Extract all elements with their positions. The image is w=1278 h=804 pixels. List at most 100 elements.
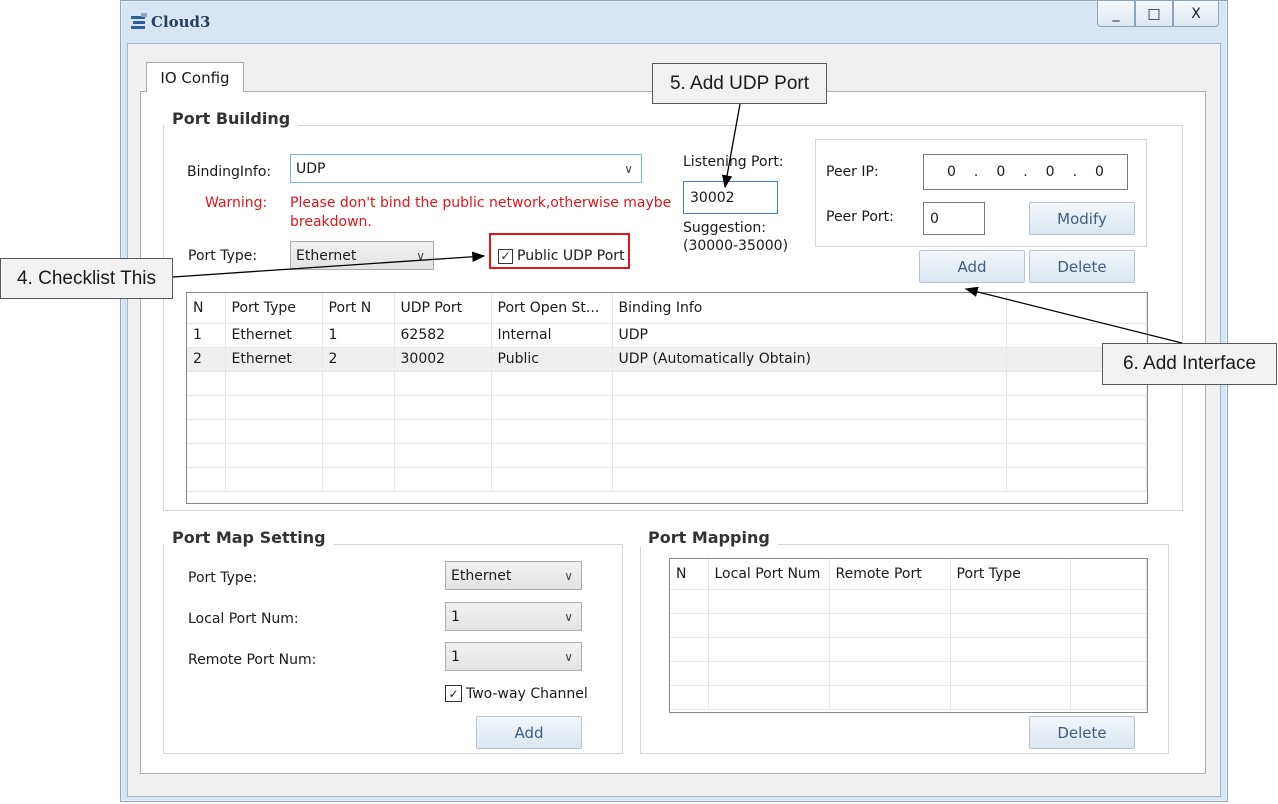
two-way-channel-checkbox[interactable]: ✓ Two-way Channel <box>445 685 588 702</box>
port-type-select[interactable]: Ethernet ∨ <box>290 241 434 270</box>
table-cell: 62582 <box>394 323 492 348</box>
cloud-app-icon <box>131 13 147 29</box>
callout-step6: 6. Add Interface <box>1102 343 1277 385</box>
table-cell: Internal <box>491 323 613 348</box>
listening-port-label: Listening Port: <box>683 154 784 170</box>
map-port-type-label: Port Type: <box>188 570 258 586</box>
column-header[interactable]: Port Type <box>950 559 1071 590</box>
add-mapping-button[interactable]: Add <box>476 716 582 749</box>
callout-step4: 4. Checklist This <box>0 258 173 299</box>
peer-ip-input[interactable]: 0 . 0 . 0 . 0 <box>923 154 1128 190</box>
listening-port-input[interactable]: 30002 <box>683 181 778 214</box>
peer-port-value: 0 <box>930 210 939 227</box>
column-header <box>1006 293 1147 324</box>
port-type-value: Ethernet <box>296 247 357 264</box>
table-row[interactable]: 2 Ethernet 2 30002 Public UDP (Automatic… <box>187 347 1147 372</box>
table-cell: Public <box>491 347 613 372</box>
remote-port-num-select[interactable]: 1 ∨ <box>445 642 582 671</box>
table-cell: 1 <box>187 323 226 348</box>
table-row[interactable]: 1 Ethernet 1 62582 Internal UDP <box>187 323 1147 348</box>
empty-row <box>670 661 1147 686</box>
table-cell: Ethernet <box>225 347 323 372</box>
client-area: IO Config Port Building BindingInfo: UDP… <box>127 43 1221 797</box>
title-bar[interactable]: Cloud3 _ □ X <box>121 1 1227 43</box>
empty-row <box>670 685 1147 710</box>
column-header[interactable]: UDP Port <box>394 293 492 324</box>
chevron-down-icon: ∨ <box>564 649 573 664</box>
peer-port-label: Peer Port: <box>826 209 894 225</box>
table-cell: UDP <box>612 323 1007 348</box>
binding-info-value: UDP <box>296 160 326 177</box>
peer-port-input[interactable]: 0 <box>923 202 985 235</box>
highlight-public-udp <box>489 233 630 269</box>
table-header-row: N Local Port Num Remote Port Port Type <box>670 559 1147 590</box>
peer-ip-octet: 0 <box>1095 164 1104 180</box>
empty-row <box>187 443 1147 468</box>
column-header <box>1070 559 1147 590</box>
peer-ip-octet: 0 <box>946 164 956 180</box>
column-header[interactable]: N <box>670 559 709 590</box>
column-header[interactable]: Port Type <box>225 293 323 324</box>
tab-panel: Port Building BindingInfo: UDP ∨ Warning… <box>140 91 1206 774</box>
binding-info-label: BindingInfo: <box>187 164 272 180</box>
column-header[interactable]: Port N <box>322 293 395 324</box>
empty-row <box>187 395 1147 420</box>
chevron-down-icon: ∨ <box>624 161 633 176</box>
delete-interface-button[interactable]: Delete <box>1029 250 1135 283</box>
ports-table[interactable]: N Port Type Port N UDP Port Port Open St… <box>186 292 1148 504</box>
add-interface-button[interactable]: Add <box>919 250 1025 283</box>
delete-mapping-button[interactable]: Delete <box>1029 716 1135 749</box>
tab-io-config[interactable]: IO Config <box>146 62 244 92</box>
table-cell: 1 <box>322 323 395 348</box>
callout-step5: 5. Add UDP Port <box>652 63 827 104</box>
maximize-button[interactable]: □ <box>1135 1 1173 27</box>
map-port-type-value: Ethernet <box>451 567 512 584</box>
map-port-type-select[interactable]: Ethernet ∨ <box>445 561 582 590</box>
chevron-down-icon: ∨ <box>416 248 425 263</box>
suggestion-label: Suggestion: <box>683 220 766 236</box>
two-way-channel-label: Two-way Channel <box>466 685 588 702</box>
table-cell: 30002 <box>394 347 492 372</box>
table-cell: 2 <box>187 347 226 372</box>
listening-port-value: 30002 <box>690 189 735 206</box>
warning-label: Warning: <box>205 195 268 211</box>
binding-info-select[interactable]: UDP ∨ <box>290 154 642 183</box>
peer-ip-octet: 0 <box>996 164 1006 180</box>
empty-row <box>670 613 1147 638</box>
ip-dot: . <box>973 164 979 180</box>
column-header[interactable]: Binding Info <box>612 293 1007 324</box>
port-mapping-table[interactable]: N Local Port Num Remote Port Port Type <box>669 558 1148 713</box>
column-header[interactable]: Port Open St... <box>491 293 613 324</box>
port-type-label: Port Type: <box>188 248 258 264</box>
port-mapping-title: Port Mapping <box>640 528 778 547</box>
modify-button[interactable]: Modify <box>1029 202 1135 235</box>
window-title: Cloud3 <box>151 13 211 31</box>
table-cell: Ethernet <box>225 323 323 348</box>
table-cell: UDP (Automatically Obtain) <box>612 347 1007 372</box>
empty-row <box>670 637 1147 662</box>
peer-ip-label: Peer IP: <box>826 164 879 180</box>
remote-port-num-label: Remote Port Num: <box>188 652 317 668</box>
local-port-num-value: 1 <box>451 608 460 625</box>
remote-port-num-value: 1 <box>451 648 460 665</box>
minimize-button[interactable]: _ <box>1097 1 1135 27</box>
chevron-down-icon: ∨ <box>564 609 573 624</box>
column-header[interactable]: Remote Port <box>829 559 951 590</box>
port-map-setting-title: Port Map Setting <box>164 528 334 547</box>
local-port-num-label: Local Port Num: <box>188 611 299 627</box>
empty-row <box>670 589 1147 614</box>
warning-text-line2: breakdown. <box>290 214 372 230</box>
table-header-row: N Port Type Port N UDP Port Port Open St… <box>187 293 1147 324</box>
ip-dot: . <box>1023 164 1028 180</box>
local-port-num-select[interactable]: 1 ∨ <box>445 602 582 631</box>
column-header[interactable]: N <box>187 293 226 324</box>
close-button[interactable]: X <box>1173 1 1219 27</box>
empty-row <box>187 371 1147 396</box>
port-building-title: Port Building <box>164 109 299 128</box>
warning-text-line1: Please don't bind the public network,oth… <box>290 195 672 211</box>
suggestion-range: (30000-35000) <box>683 238 789 254</box>
column-header[interactable]: Local Port Num <box>708 559 830 590</box>
ip-dot: . <box>1072 164 1078 180</box>
empty-row <box>187 419 1147 444</box>
app-window: Cloud3 _ □ X IO Config Port Building Bin… <box>120 0 1228 802</box>
